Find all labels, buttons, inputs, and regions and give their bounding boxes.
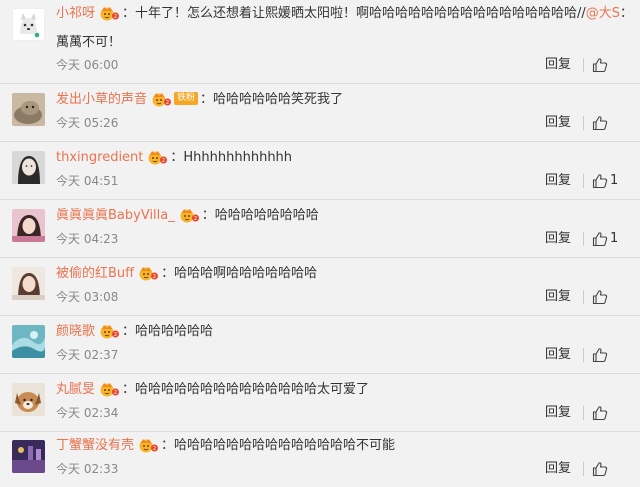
reply-button[interactable]: 回复 [545, 289, 571, 305]
reply-button[interactable]: 回复 [545, 461, 571, 477]
comment-item: 颜晓歌 2 ：哈哈哈哈哈哈 今天 02:37 回复 [0, 316, 640, 374]
comment-username[interactable]: 丁蟹蟹没有壳 [56, 438, 134, 453]
comment-text-tail: ： [620, 6, 634, 21]
comment-username[interactable]: 丸腻旻 [56, 382, 95, 397]
action-divider [583, 58, 584, 72]
thumbs-up-icon[interactable] [592, 231, 608, 247]
comment-time: 今天 05:26 [56, 116, 119, 130]
fan-tag-badge: 铁粉 [174, 92, 199, 105]
action-divider [583, 348, 584, 362]
comment-text: ：哈哈哈哈哈哈哈哈哈哈哈哈哈哈不可能 [161, 438, 396, 453]
vip-crown-icon: 2 [178, 207, 200, 223]
action-divider [583, 232, 584, 246]
svg-text:2: 2 [114, 332, 117, 338]
action-divider [583, 406, 584, 420]
comment-time: 今天 04:23 [56, 232, 119, 246]
girl-avatar-icon[interactable] [12, 267, 45, 300]
comment-time: 今天 02:33 [56, 462, 119, 476]
vip-crown-icon: 2 [150, 91, 172, 107]
comment-text-continuation: 萬萬不可！ [56, 35, 122, 50]
comment-item: thxingredient 2 ：Hhhhhhhhhhhhh 今天 04:51 回复… [0, 142, 640, 200]
comment-username[interactable]: 颜晓歌 [56, 324, 95, 339]
purple-scene-avatar-icon[interactable] [12, 440, 45, 473]
comment-text: ：哈哈哈啊哈哈哈哈哈哈哈 [161, 266, 318, 281]
comment-username[interactable]: 眞眞眞眞BabyVilla_ [56, 208, 175, 223]
comment-item: 小祁呀 2 ：十年了！怎么还想着让熙媛晒太阳啦！啊哈哈哈哈哈哈哈哈哈哈哈哈哈哈哈哈/… [0, 0, 640, 84]
comment-item: 丁蟹蟹没有壳 2 ：哈哈哈哈哈哈哈哈哈哈哈哈哈哈不可能 今天 02:33 回复 [0, 432, 640, 487]
comment-text: ：哈哈哈哈哈哈哈哈哈哈哈哈哈哈太可爱了 [122, 382, 370, 397]
comment-username[interactable]: thxingredient [56, 150, 143, 165]
comment-list: 小祁呀 2 ：十年了！怎么还想着让熙媛晒太阳啦！啊哈哈哈哈哈哈哈哈哈哈哈哈哈哈哈哈/… [0, 0, 640, 487]
comment-text: ：Hhhhhhhhhhhhh [170, 150, 293, 165]
mention-link[interactable]: @大S [586, 6, 620, 21]
comment-item: 发出小草的声音 2 铁粉 ：哈哈哈哈哈哈笑死我了 今天 05:26 回复 [0, 84, 640, 142]
comment-time: 今天 02:34 [56, 406, 119, 420]
thumbs-up-icon[interactable] [592, 57, 608, 73]
vip-crown-icon: 2 [137, 265, 159, 281]
action-divider [583, 462, 584, 476]
svg-text:2: 2 [114, 14, 117, 20]
svg-text:2: 2 [194, 216, 197, 222]
comment-username[interactable]: 被偷的红Buff [56, 266, 134, 281]
vip-crown-icon: 2 [98, 323, 120, 339]
cartoon-dog-avatar-icon[interactable] [12, 8, 45, 41]
reply-button[interactable]: 回复 [545, 347, 571, 363]
like-count: 1 [610, 173, 619, 188]
svg-text:2: 2 [153, 446, 156, 452]
comment-text: ：十年了！怎么还想着让熙媛晒太阳啦！啊哈哈哈哈哈哈哈哈哈哈哈哈哈哈哈哈// [122, 6, 586, 21]
reply-button[interactable]: 回复 [545, 405, 571, 421]
comment-time: 今天 06:00 [56, 58, 119, 72]
cat-photo-avatar-icon[interactable] [12, 93, 45, 126]
reply-button[interactable]: 回复 [545, 231, 571, 247]
thumbs-up-icon[interactable] [592, 405, 608, 421]
thumbs-up-icon[interactable] [592, 173, 608, 189]
reply-button[interactable]: 回复 [545, 173, 571, 189]
comment-time: 今天 02:37 [56, 348, 119, 362]
reply-button[interactable]: 回复 [545, 57, 571, 73]
vip-crown-icon: 2 [137, 437, 159, 453]
comment-time: 今天 03:08 [56, 290, 119, 304]
comment-text: ：哈哈哈哈哈哈哈哈 [201, 208, 319, 223]
thumbs-up-icon[interactable] [592, 115, 608, 131]
comment-item: 被偷的红Buff 2 ：哈哈哈啊哈哈哈哈哈哈哈 今天 03:08 回复 [0, 258, 640, 316]
thumbs-up-icon[interactable] [592, 461, 608, 477]
comment-item: 丸腻旻 2 ：哈哈哈哈哈哈哈哈哈哈哈哈哈哈太可爱了 今天 02:34 回复 [0, 374, 640, 432]
action-divider [583, 290, 584, 304]
blue-abstract-avatar-icon[interactable] [12, 325, 45, 358]
action-divider [583, 116, 584, 130]
svg-text:2: 2 [153, 274, 156, 280]
like-count: 1 [610, 231, 619, 246]
reply-button[interactable]: 回复 [545, 115, 571, 131]
thumbs-up-icon[interactable] [592, 347, 608, 363]
action-divider [583, 174, 584, 188]
comment-text: ：哈哈哈哈哈哈笑死我了 [200, 92, 344, 107]
svg-text:2: 2 [166, 100, 169, 106]
thumbs-up-icon[interactable] [592, 289, 608, 305]
vip-crown-icon: 2 [98, 5, 120, 21]
dog-photo-avatar-icon[interactable] [12, 383, 45, 416]
vip-crown-icon: 2 [146, 149, 168, 165]
comment-item: 眞眞眞眞BabyVilla_ 2 ：哈哈哈哈哈哈哈哈 今天 04:23 回复 1 [0, 200, 640, 258]
svg-text:2: 2 [162, 158, 165, 164]
comment-time: 今天 04:51 [56, 174, 119, 188]
comment-username[interactable]: 发出小草的声音 [56, 92, 147, 107]
comment-text: ：哈哈哈哈哈哈 [122, 324, 214, 339]
comment-username[interactable]: 小祁呀 [56, 6, 95, 21]
girl-pink-avatar-icon[interactable] [12, 209, 45, 242]
vip-crown-icon: 2 [98, 381, 120, 397]
svg-text:2: 2 [114, 390, 117, 396]
portrait-avatar-icon[interactable] [12, 151, 45, 184]
